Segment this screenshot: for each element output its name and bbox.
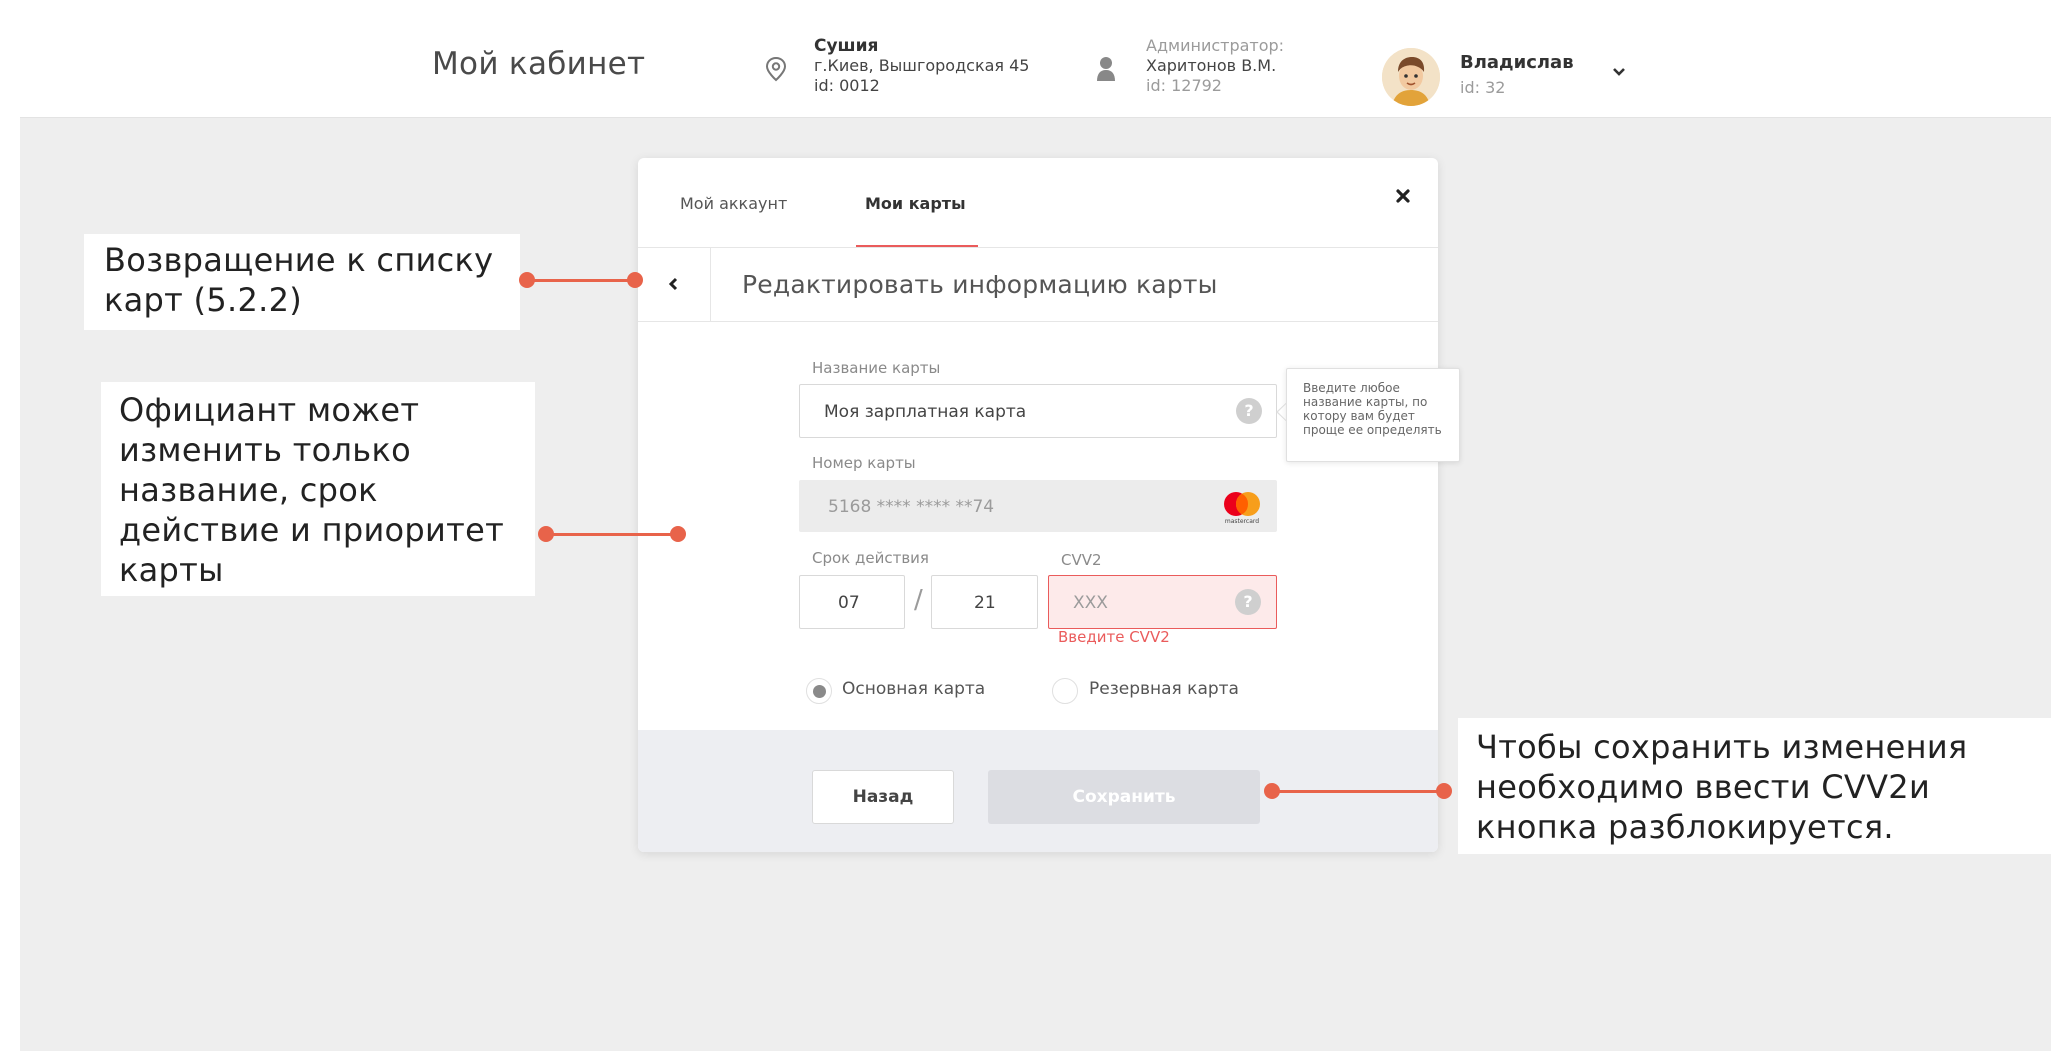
page-title: Мой кабинет [432, 46, 646, 82]
venue-name: Сушия [814, 36, 879, 56]
save-button[interactable]: Сохранить [988, 770, 1260, 824]
back-to-list-button[interactable] [638, 248, 711, 321]
card-name-help-icon[interactable]: ? [1236, 398, 1262, 424]
expiry-separator: / [914, 585, 923, 615]
expiry-year-value: 21 [974, 593, 996, 613]
location-pin-icon [764, 56, 788, 86]
card-name-label: Название карты [812, 359, 941, 377]
card-name-value: Моя зарплатная карта [824, 402, 1027, 422]
close-icon[interactable] [1395, 188, 1411, 208]
user-name: Владислав [1460, 52, 1574, 73]
tab-my-account[interactable]: Мой аккаунт [680, 194, 787, 213]
tabs-divider [638, 247, 1438, 248]
cvv-error-text: Введите CVV2 [1058, 628, 1170, 646]
avatar[interactable] [1382, 48, 1440, 106]
mastercard-icon: mastercard [1218, 489, 1266, 530]
admin-role: Администратор: [1146, 36, 1285, 55]
connector-dot [670, 526, 686, 542]
section-title: Редактировать информацию карты [742, 270, 1218, 299]
admin-id: id: 12792 [1146, 76, 1222, 95]
cvv-help-icon[interactable]: ? [1235, 589, 1261, 615]
primary-card-label[interactable]: Основная карта [842, 679, 985, 699]
admin-name: Харитонов В.М. [1146, 56, 1277, 75]
connector-save-unlock [1272, 790, 1444, 793]
card-number-value: 5168 **** **** **74 [828, 497, 995, 517]
venue-address: г.Киев, Вышгородская 45 [814, 56, 1030, 75]
card-name-tooltip: Введите любое название карты, по котору … [1286, 368, 1460, 462]
connector-dot [538, 526, 554, 542]
connector-back-to-list [527, 279, 635, 282]
chevron-left-icon [668, 277, 678, 291]
expiry-month-input[interactable]: 07 [799, 575, 905, 629]
connector-editable-fields [546, 533, 678, 536]
section-divider [638, 321, 1438, 322]
cvv-label: CVV2 [1061, 551, 1102, 569]
edit-card-modal: Мой аккаунт Мои карты Редактировать инфо… [638, 158, 1438, 852]
annotation-editable-fields: Официант может изменить только название,… [101, 382, 535, 596]
primary-card-radio[interactable] [806, 678, 832, 704]
backup-card-label[interactable]: Резервная карта [1089, 679, 1239, 699]
person-icon [1096, 56, 1116, 86]
connector-dot [627, 272, 643, 288]
backup-card-radio[interactable] [1052, 678, 1078, 704]
tab-my-cards[interactable]: Мои карты [865, 194, 966, 213]
annotation-back-to-list: Возвращение к списку карт (5.2.2) [84, 234, 520, 330]
card-number-field: 5168 **** **** **74 mastercard [799, 480, 1277, 532]
top-bar: Мой кабинет Сушия г.Киев, Вышгородская 4… [20, 12, 2051, 118]
annotation-save-unlock: Чтобы сохранить изменения необходимо вве… [1458, 718, 2051, 854]
cvv-placeholder: XXX [1073, 593, 1108, 613]
connector-dot [519, 272, 535, 288]
connector-dot [1436, 783, 1452, 799]
cvv-input[interactable]: XXX ? [1048, 575, 1277, 629]
card-brand-text: mastercard [1225, 518, 1259, 525]
expiry-label: Срок действия [812, 549, 929, 567]
chevron-down-icon[interactable] [1612, 62, 1626, 81]
card-name-input[interactable]: Моя зарплатная карта ? [799, 384, 1277, 438]
expiry-month-value: 07 [838, 593, 860, 613]
venue-id: id: 0012 [814, 76, 880, 95]
back-button[interactable]: Назад [812, 770, 954, 824]
expiry-year-input[interactable]: 21 [931, 575, 1038, 629]
user-id: id: 32 [1460, 78, 1506, 97]
connector-dot [1264, 783, 1280, 799]
card-number-label: Номер карты [812, 454, 916, 472]
